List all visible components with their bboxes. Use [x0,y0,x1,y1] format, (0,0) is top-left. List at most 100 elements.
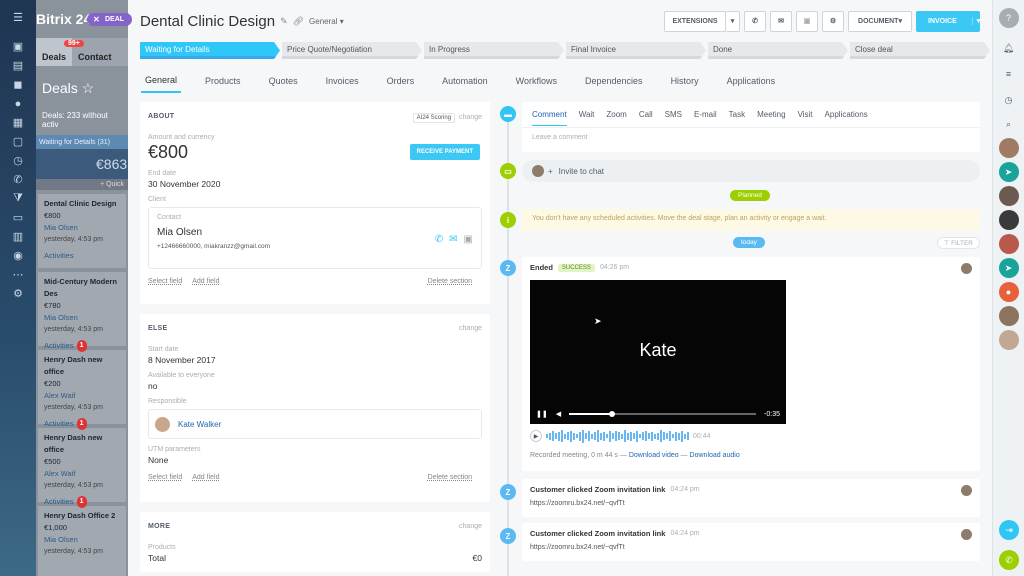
responsible-card[interactable]: Kate Walker [148,409,482,439]
bg-deal-card[interactable]: Mid-Century Modern Des €780 Mia Olsen yeste… [38,272,126,352]
select-field-link[interactable]: Select field [148,474,182,481]
calendar-icon[interactable]: ▦ [0,113,36,132]
filter-button[interactable]: ⊤ FILTER [936,237,980,249]
tab-applications[interactable]: Applications [723,70,780,92]
avatar[interactable] [998,234,1019,254]
play-icon[interactable]: ▶ [530,430,542,442]
bg-quick-add[interactable]: + Quick [36,179,128,190]
person-icon[interactable]: ● [998,282,1019,302]
audio-waveform[interactable] [546,429,689,443]
receive-payment-button[interactable]: RECEIVE PAYMENT [409,144,480,160]
acttab-comment[interactable]: Comment [532,104,567,126]
extensions-button[interactable]: EXTENSIONS [664,10,726,32]
contact-name[interactable]: Mia Olsen [157,227,473,238]
phone-icon[interactable]: ✆ [0,170,36,189]
stage-waiting[interactable]: Waiting for Details [140,42,280,59]
list-icon[interactable]: ≡ [999,64,1019,84]
event-link[interactable]: https://zoomru.bx24.net/~qvfTt [522,544,980,557]
acttab-call[interactable]: Call [639,104,653,125]
stage-close-deal[interactable]: Close deal [850,42,990,59]
search-icon[interactable]: ⌕ [999,114,1019,134]
pause-icon[interactable]: ❚❚ [536,410,548,418]
acttab-applications[interactable]: Applications [825,104,868,125]
link-icon[interactable]: 🔗︎ [293,16,304,27]
avatar[interactable] [998,210,1019,230]
avatar[interactable] [998,330,1019,350]
volume-icon[interactable]: ◀ [556,410,561,418]
invite-to-chat[interactable]: + Invite to chat [522,160,980,182]
more-icon[interactable]: ⋯ [0,265,36,284]
change-link[interactable]: change [459,325,482,332]
drive-icon[interactable]: ▢ [0,132,36,151]
tab-orders[interactable]: Orders [383,70,419,92]
stage-price-quote[interactable]: Price Quote/Negotiation [282,42,422,59]
tab-quotes[interactable]: Quotes [265,70,302,92]
stage-final-invoice[interactable]: Final Invoice [566,42,706,59]
help-icon[interactable]: ? [998,8,1019,28]
chat-icon[interactable]: ▣ [464,234,473,245]
tab-workflows[interactable]: Workflows [512,70,561,92]
acttab-wait[interactable]: Wait [579,104,595,125]
bg-tab-deals[interactable]: Deals 99+ [36,38,84,66]
event-link[interactable]: https://zoomru.bx24.net/~qvfTt [522,500,980,513]
add-field-link[interactable]: Add field [192,278,219,285]
phone-icon[interactable]: ✆ [999,550,1019,570]
change-link[interactable]: change [459,114,482,121]
sites-icon[interactable]: ◉ [0,246,36,265]
shop-icon[interactable]: ▥ [0,227,36,246]
crm-icon[interactable]: ⧩ [0,189,36,208]
bg-deal-card[interactable]: Henry Dash new office €200 Alex Waif yester… [38,350,126,430]
download-audio-link[interactable]: Download audio [690,452,740,459]
acttab-sms[interactable]: SMS [665,104,682,125]
audio-player[interactable]: ▶ 00:44 [530,428,972,444]
telegram-icon[interactable]: ➤ [998,258,1019,278]
ai-scoring-button[interactable]: AI24 Scoring [412,113,456,123]
avatar[interactable] [998,186,1019,206]
settings-button[interactable]: ⚙ [822,10,844,32]
select-field-link[interactable]: Select field [148,278,182,285]
bg-deal-card[interactable]: Henry Dash Office 2 €1,000 Mia Olsen yester… [38,506,126,576]
acttab-meeting[interactable]: Meeting [757,104,785,125]
menu-icon[interactable]: ☰ [0,8,36,27]
tab-invoices[interactable]: Invoices [322,70,363,92]
login-icon[interactable]: ⇥ [999,520,1019,540]
acttab-visit[interactable]: Visit [798,104,813,125]
extensions-dropdown[interactable]: ▾ [726,10,740,32]
tab-history[interactable]: History [667,70,703,92]
comment-input[interactable]: Leave a comment [522,128,980,147]
card-activities[interactable]: Activities [44,250,120,262]
doc-icon[interactable]: ▭ [0,208,36,227]
bell-icon[interactable]: 🔔︎ [999,38,1019,58]
email-button[interactable]: ✉ [770,10,792,32]
settings-icon[interactable]: ⚙ [0,284,36,303]
clock-icon[interactable]: ◷ [0,151,36,170]
responsible-name[interactable]: Kate Walker [178,420,221,429]
chat-icon[interactable]: ▤ [0,56,36,75]
change-link[interactable]: change [459,523,482,530]
invoice-button[interactable]: INVOICE ▾ [916,10,980,32]
telegram-icon[interactable]: ➤ [998,162,1019,182]
acttab-task[interactable]: Task [729,104,745,125]
avatar[interactable] [998,306,1019,326]
avatar[interactable] [998,138,1019,158]
acttab-zoom[interactable]: Zoom [606,104,626,125]
bg-tab-contacts[interactable]: Contact [72,52,118,66]
acttab-email[interactable]: E-mail [694,104,717,125]
phone-button[interactable]: ✆ [744,10,766,32]
pencil-icon[interactable]: ✎ [280,16,288,27]
history-icon[interactable]: ◷ [999,90,1019,110]
groups-icon[interactable]: ● [0,94,36,113]
video-seek-bar[interactable] [569,411,757,417]
pipeline-selector[interactable]: General ▾ [309,17,344,26]
stage-done[interactable]: Done [708,42,848,59]
tab-automation[interactable]: Automation [438,70,492,92]
tab-general[interactable]: General [141,69,182,93]
bg-deal-card[interactable]: Henry Dash new office €500 Alex Waif yester… [38,428,126,508]
download-video-link[interactable]: Download video [629,452,679,459]
stage-in-progress[interactable]: In Progress [424,42,564,59]
bg-deal-card[interactable]: Dental Clinic Design €800 Mia Olsen yesterd… [38,194,126,268]
tab-dependencies[interactable]: Dependencies [581,70,647,92]
chat-button[interactable]: ▣ [796,10,818,32]
feed-icon[interactable]: ◼ [0,75,36,94]
tasks-icon[interactable]: ▣ [0,37,36,56]
